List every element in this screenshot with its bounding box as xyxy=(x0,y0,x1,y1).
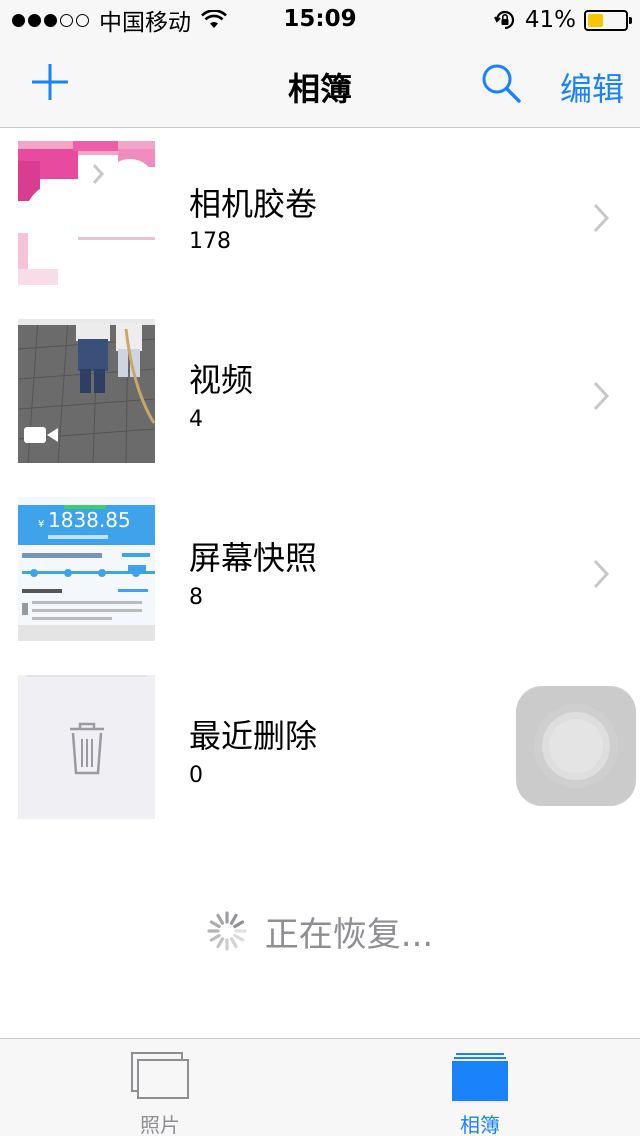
page-title: 相簿 xyxy=(287,70,352,108)
assistive-touch-core xyxy=(549,719,603,773)
chevron-right-icon xyxy=(593,203,610,233)
spinner-spoke xyxy=(216,937,224,949)
album-count: 4 xyxy=(189,407,203,432)
spinner-spoke xyxy=(229,937,238,949)
battery-level xyxy=(588,13,603,27)
camera-roll-thumbnail xyxy=(18,141,155,285)
tab-albums[interactable]: 相簿 xyxy=(320,1039,640,1136)
tab-albums-label: 相簿 xyxy=(460,1113,500,1136)
screenshot-amount: 1838.85 xyxy=(48,508,131,532)
spinner-spoke xyxy=(232,933,244,942)
navigation-bar: 相簿 编辑 xyxy=(0,40,640,128)
album-row-screenshots[interactable]: 1838.85 ¥ 屏幕快照 8 xyxy=(0,485,640,663)
spinner-spoke xyxy=(209,933,221,942)
screenshot-thumbnail: 1838.85 ¥ xyxy=(18,497,155,641)
album-count: 0 xyxy=(189,763,203,788)
battery-icon xyxy=(584,9,632,31)
album-name: 相机胶卷 xyxy=(189,185,318,223)
edit-button[interactable]: 编辑 xyxy=(560,64,624,110)
albums-icon xyxy=(452,1053,508,1101)
trash-icon xyxy=(18,675,155,819)
album-row-camera-roll[interactable]: 相机胶卷 178 xyxy=(0,129,640,307)
spinner-spoke xyxy=(232,920,244,929)
tab-bar: 照片 相簿 xyxy=(0,1038,640,1136)
recently-deleted-thumbnail xyxy=(18,675,155,819)
chevron-right-icon xyxy=(593,559,610,589)
tab-photos[interactable]: 照片 xyxy=(0,1039,320,1136)
loading-spinner-icon xyxy=(207,911,247,951)
album-row-videos[interactable]: 视频 4 xyxy=(0,307,640,485)
status-right: 41% xyxy=(493,6,632,34)
spinner-spoke xyxy=(216,913,224,925)
screenshot-currency: ¥ xyxy=(38,519,44,530)
album-name: 最近删除 xyxy=(189,717,318,755)
videos-thumbnail xyxy=(18,319,155,463)
album-count: 8 xyxy=(189,585,203,610)
chevron-right-icon xyxy=(593,381,610,411)
battery-percent: 41% xyxy=(524,7,576,33)
album-name: 屏幕快照 xyxy=(189,539,318,577)
album-count: 178 xyxy=(189,229,231,254)
spinner-spoke xyxy=(209,920,221,929)
album-name: 视频 xyxy=(189,361,254,399)
restoring-text: 正在恢复... xyxy=(264,914,434,955)
photos-icon xyxy=(131,1052,189,1099)
status-bar: 中国移动 15:09 41% xyxy=(0,0,640,40)
restoring-indicator: 正在恢复... xyxy=(0,906,640,956)
orientation-lock-icon xyxy=(493,10,514,30)
spinner-spoke xyxy=(229,913,238,925)
assistive-touch-button[interactable] xyxy=(516,686,636,806)
tab-photos-label: 照片 xyxy=(140,1113,180,1136)
search-button[interactable] xyxy=(478,60,524,106)
